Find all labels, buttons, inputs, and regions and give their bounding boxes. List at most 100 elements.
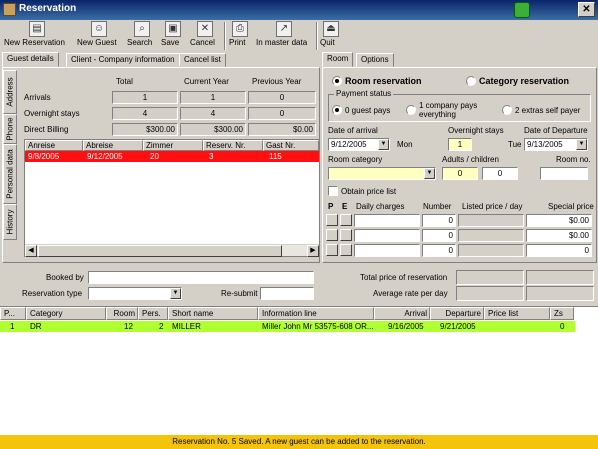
payment-guest-pays-label: 0 guest pays: [345, 106, 391, 115]
tab-client-company[interactable]: Client - Company information: [66, 53, 180, 67]
e-button[interactable]: [340, 214, 352, 226]
column-header-abreise[interactable]: Abreise: [83, 140, 143, 151]
payment-guest-pays-radio[interactable]: [332, 105, 342, 115]
vtab-phone[interactable]: Phone: [3, 114, 17, 144]
special-price-field[interactable]: $0.00: [526, 214, 592, 227]
cancel-button[interactable]: ✕ Cancel: [190, 20, 220, 52]
p-button[interactable]: [326, 244, 338, 256]
scroll-right-icon[interactable]: ▶: [307, 245, 319, 257]
column-header-price-list[interactable]: Price list: [484, 307, 550, 320]
cell-information-line: Miller John Mr 53575-608 OR...: [262, 322, 374, 331]
resubmit-label: Re-submit: [221, 289, 258, 298]
quit-button[interactable]: ⏏ Quit: [320, 20, 342, 52]
column-header-information-line[interactable]: Information line: [258, 307, 374, 320]
stay-history-grid[interactable]: Anreise Abreise Zimmer Reserv. Nr. Gast …: [24, 139, 320, 257]
daily-charge-field[interactable]: [354, 229, 420, 242]
print-button[interactable]: ⎙ Print: [229, 20, 251, 52]
booked-by-field[interactable]: [88, 271, 314, 284]
p-button[interactable]: [326, 229, 338, 241]
number-field[interactable]: 0: [422, 229, 456, 242]
chevron-down-icon[interactable]: ▼: [576, 139, 587, 150]
search-button[interactable]: ⌕ Search: [127, 20, 157, 52]
new-guest-button[interactable]: ☺ New Guest: [77, 20, 121, 52]
tab-cancel-list[interactable]: Cancel list: [179, 53, 226, 67]
reservation-type-label: Reservation type: [22, 289, 83, 298]
horizontal-scrollbar[interactable]: ◀ ▶: [25, 244, 319, 257]
reservation-type-select[interactable]: ▼: [88, 287, 182, 300]
chevron-down-icon[interactable]: ▼: [424, 168, 435, 179]
tab-guest-details[interactable]: Guest details: [2, 52, 59, 67]
scroll-left-icon[interactable]: ◀: [25, 245, 37, 257]
vtab-address[interactable]: Address: [3, 70, 17, 114]
vtab-history[interactable]: History: [3, 204, 17, 240]
adults-children-label: Adults / children: [442, 155, 499, 164]
table-row[interactable]: 9/8/2005 9/12/2005 20 3 115: [25, 151, 319, 162]
resubmit-field[interactable]: [260, 287, 314, 300]
arrivals-previous-year: 0: [248, 91, 316, 104]
date-of-arrival-field[interactable]: 9/12/2005 ▼: [328, 138, 390, 151]
column-header-gast-nr[interactable]: Gast Nr.: [263, 140, 319, 151]
column-header-arrival[interactable]: Arrival: [374, 307, 430, 320]
p-button[interactable]: [326, 214, 338, 226]
column-header-zimmer[interactable]: Zimmer: [143, 140, 203, 151]
cell-arrival: 9/16/2005: [388, 322, 424, 331]
daily-charge-field[interactable]: [354, 214, 420, 227]
column-header-zs[interactable]: Zs: [550, 307, 574, 320]
column-header-persons[interactable]: Pers.: [138, 307, 168, 320]
obtain-price-list-checkbox[interactable]: [328, 186, 338, 196]
column-header-anreise[interactable]: Anreise: [25, 140, 83, 151]
refresh-icon[interactable]: [514, 2, 530, 18]
toolbar-separator: [316, 22, 318, 50]
in-master-data-button[interactable]: ↗ In master data: [256, 20, 312, 52]
column-header-reserv-nr[interactable]: Reserv. Nr.: [203, 140, 263, 151]
e-button[interactable]: [340, 244, 352, 256]
category-reservation-radio[interactable]: [466, 76, 476, 86]
special-price-field[interactable]: 0: [526, 244, 592, 257]
listed-price-field: [458, 244, 524, 257]
special-price-label: Special price: [548, 202, 594, 211]
chevron-down-icon[interactable]: ▼: [170, 288, 181, 299]
payment-company-pays-radio[interactable]: [406, 105, 416, 115]
date-of-departure-field[interactable]: 9/13/2005 ▼: [524, 138, 588, 151]
room-category-label: Room category: [328, 155, 383, 164]
stats-header-previous-year: Previous Year: [252, 77, 302, 86]
children-field[interactable]: 0: [482, 167, 518, 180]
listed-price-field: [458, 214, 524, 227]
date-of-arrival-label: Date of arrival: [328, 126, 378, 135]
search-icon: ⌕: [134, 21, 150, 37]
room-no-field[interactable]: [540, 167, 588, 180]
overnight-stays-label: Overnight stays: [448, 126, 504, 135]
reservation-list[interactable]: P... Category Room Pers. Short name Info…: [0, 306, 598, 435]
new-reservation-icon: ▤: [29, 21, 45, 37]
number-field[interactable]: 0: [422, 244, 456, 257]
room-reservation-radio[interactable]: [332, 76, 342, 86]
new-reservation-button[interactable]: ▤ New Reservation: [4, 20, 70, 52]
table-row[interactable]: 1 DR 12 2 MILLER Miller John Mr 53575-60…: [0, 321, 575, 332]
cell-category: DR: [30, 322, 42, 331]
column-header-category[interactable]: Category: [26, 307, 106, 320]
toolbar: ▤ New Reservation ☺ New Guest ⌕ Search ▣…: [0, 20, 598, 52]
special-price-field[interactable]: $0.00: [526, 229, 592, 242]
cancel-icon: ✕: [197, 21, 213, 37]
column-header-room[interactable]: Room: [106, 307, 138, 320]
daily-charge-field[interactable]: [354, 244, 420, 257]
listed-price-field: [458, 229, 524, 242]
scroll-thumb[interactable]: [38, 245, 282, 257]
column-header-departure[interactable]: Departure: [430, 307, 484, 320]
vtab-personal-data[interactable]: Personal data: [3, 144, 17, 204]
e-button[interactable]: [340, 229, 352, 241]
column-header-short-name[interactable]: Short name: [168, 307, 258, 320]
save-button[interactable]: ▣ Save: [161, 20, 185, 52]
overnight-stays-field[interactable]: 1: [448, 138, 472, 151]
print-icon: ⎙: [232, 21, 248, 37]
stats-label-direct-billing: Direct Billing: [24, 125, 69, 134]
adults-field[interactable]: 0: [442, 167, 478, 180]
number-field[interactable]: 0: [422, 214, 456, 227]
tab-room[interactable]: Room: [322, 52, 354, 67]
close-button[interactable]: ✕: [578, 2, 595, 17]
payment-extras-self-payer-radio[interactable]: [502, 105, 512, 115]
tab-options[interactable]: Options: [356, 53, 394, 67]
room-category-select[interactable]: ▼: [328, 167, 436, 180]
column-header-position[interactable]: P...: [0, 307, 26, 320]
chevron-down-icon[interactable]: ▼: [378, 139, 389, 150]
